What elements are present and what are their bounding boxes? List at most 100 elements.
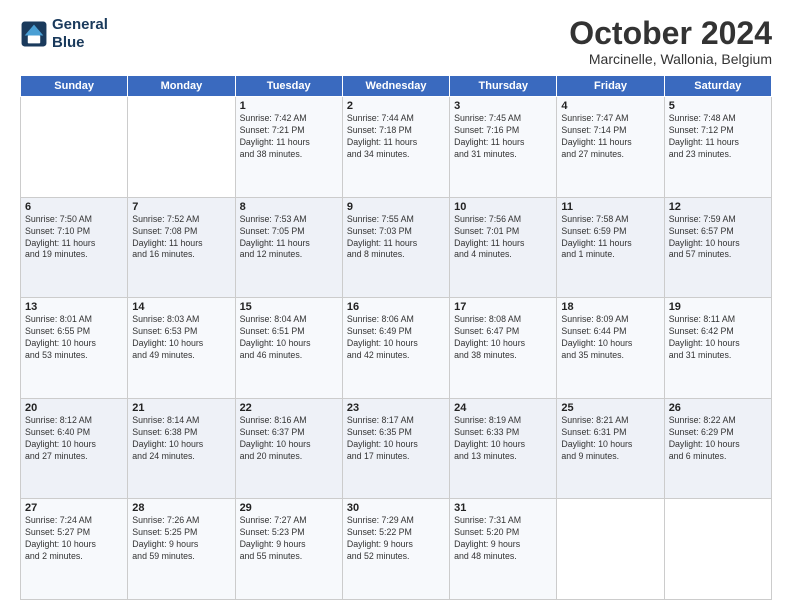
logo-line1: General bbox=[52, 16, 108, 34]
calendar-cell: 29Sunrise: 7:27 AM Sunset: 5:23 PM Dayli… bbox=[235, 499, 342, 600]
header-monday: Monday bbox=[128, 76, 235, 97]
header: General Blue October 2024 Marcinelle, Wa… bbox=[20, 16, 772, 67]
day-info: Sunrise: 7:24 AM Sunset: 5:27 PM Dayligh… bbox=[25, 515, 123, 563]
calendar-cell: 26Sunrise: 8:22 AM Sunset: 6:29 PM Dayli… bbox=[664, 398, 771, 499]
day-info: Sunrise: 7:56 AM Sunset: 7:01 PM Dayligh… bbox=[454, 214, 552, 262]
calendar-cell: 4Sunrise: 7:47 AM Sunset: 7:14 PM Daylig… bbox=[557, 97, 664, 198]
logo-text: General Blue bbox=[52, 16, 108, 52]
day-info: Sunrise: 8:16 AM Sunset: 6:37 PM Dayligh… bbox=[240, 415, 338, 463]
calendar-cell: 1Sunrise: 7:42 AM Sunset: 7:21 PM Daylig… bbox=[235, 97, 342, 198]
day-number: 14 bbox=[132, 301, 230, 313]
day-info: Sunrise: 8:17 AM Sunset: 6:35 PM Dayligh… bbox=[347, 415, 445, 463]
day-number: 19 bbox=[669, 301, 767, 313]
day-info: Sunrise: 8:21 AM Sunset: 6:31 PM Dayligh… bbox=[561, 415, 659, 463]
day-info: Sunrise: 8:03 AM Sunset: 6:53 PM Dayligh… bbox=[132, 314, 230, 362]
calendar-cell: 16Sunrise: 8:06 AM Sunset: 6:49 PM Dayli… bbox=[342, 298, 449, 399]
day-number: 27 bbox=[25, 502, 123, 514]
calendar-cell: 14Sunrise: 8:03 AM Sunset: 6:53 PM Dayli… bbox=[128, 298, 235, 399]
day-number: 11 bbox=[561, 201, 659, 213]
day-number: 26 bbox=[669, 402, 767, 414]
calendar-body: 1Sunrise: 7:42 AM Sunset: 7:21 PM Daylig… bbox=[21, 97, 772, 600]
day-number: 24 bbox=[454, 402, 552, 414]
calendar-cell: 10Sunrise: 7:56 AM Sunset: 7:01 PM Dayli… bbox=[450, 197, 557, 298]
day-number: 22 bbox=[240, 402, 338, 414]
calendar-cell bbox=[557, 499, 664, 600]
day-number: 5 bbox=[669, 100, 767, 112]
header-row: Sunday Monday Tuesday Wednesday Thursday… bbox=[21, 76, 772, 97]
day-info: Sunrise: 8:04 AM Sunset: 6:51 PM Dayligh… bbox=[240, 314, 338, 362]
day-number: 6 bbox=[25, 201, 123, 213]
month-title: October 2024 bbox=[569, 16, 772, 51]
calendar-cell: 19Sunrise: 8:11 AM Sunset: 6:42 PM Dayli… bbox=[664, 298, 771, 399]
day-number: 16 bbox=[347, 301, 445, 313]
calendar-cell bbox=[664, 499, 771, 600]
day-info: Sunrise: 7:59 AM Sunset: 6:57 PM Dayligh… bbox=[669, 214, 767, 262]
day-info: Sunrise: 7:31 AM Sunset: 5:20 PM Dayligh… bbox=[454, 515, 552, 563]
day-info: Sunrise: 7:52 AM Sunset: 7:08 PM Dayligh… bbox=[132, 214, 230, 262]
day-info: Sunrise: 7:53 AM Sunset: 7:05 PM Dayligh… bbox=[240, 214, 338, 262]
day-info: Sunrise: 8:22 AM Sunset: 6:29 PM Dayligh… bbox=[669, 415, 767, 463]
day-number: 15 bbox=[240, 301, 338, 313]
calendar-cell: 27Sunrise: 7:24 AM Sunset: 5:27 PM Dayli… bbox=[21, 499, 128, 600]
day-info: Sunrise: 7:42 AM Sunset: 7:21 PM Dayligh… bbox=[240, 113, 338, 161]
day-info: Sunrise: 8:19 AM Sunset: 6:33 PM Dayligh… bbox=[454, 415, 552, 463]
header-thursday: Thursday bbox=[450, 76, 557, 97]
calendar-cell: 21Sunrise: 8:14 AM Sunset: 6:38 PM Dayli… bbox=[128, 398, 235, 499]
calendar-cell: 23Sunrise: 8:17 AM Sunset: 6:35 PM Dayli… bbox=[342, 398, 449, 499]
day-info: Sunrise: 7:44 AM Sunset: 7:18 PM Dayligh… bbox=[347, 113, 445, 161]
calendar-cell: 22Sunrise: 8:16 AM Sunset: 6:37 PM Dayli… bbox=[235, 398, 342, 499]
day-info: Sunrise: 7:27 AM Sunset: 5:23 PM Dayligh… bbox=[240, 515, 338, 563]
day-number: 7 bbox=[132, 201, 230, 213]
week-row-3: 13Sunrise: 8:01 AM Sunset: 6:55 PM Dayli… bbox=[21, 298, 772, 399]
day-info: Sunrise: 8:01 AM Sunset: 6:55 PM Dayligh… bbox=[25, 314, 123, 362]
calendar-cell: 25Sunrise: 8:21 AM Sunset: 6:31 PM Dayli… bbox=[557, 398, 664, 499]
calendar-cell: 12Sunrise: 7:59 AM Sunset: 6:57 PM Dayli… bbox=[664, 197, 771, 298]
calendar-header: Sunday Monday Tuesday Wednesday Thursday… bbox=[21, 76, 772, 97]
day-info: Sunrise: 8:12 AM Sunset: 6:40 PM Dayligh… bbox=[25, 415, 123, 463]
calendar-cell: 30Sunrise: 7:29 AM Sunset: 5:22 PM Dayli… bbox=[342, 499, 449, 600]
day-info: Sunrise: 8:08 AM Sunset: 6:47 PM Dayligh… bbox=[454, 314, 552, 362]
day-number: 8 bbox=[240, 201, 338, 213]
calendar-cell: 8Sunrise: 7:53 AM Sunset: 7:05 PM Daylig… bbox=[235, 197, 342, 298]
day-info: Sunrise: 7:58 AM Sunset: 6:59 PM Dayligh… bbox=[561, 214, 659, 262]
calendar-cell: 24Sunrise: 8:19 AM Sunset: 6:33 PM Dayli… bbox=[450, 398, 557, 499]
calendar-cell: 9Sunrise: 7:55 AM Sunset: 7:03 PM Daylig… bbox=[342, 197, 449, 298]
day-info: Sunrise: 8:14 AM Sunset: 6:38 PM Dayligh… bbox=[132, 415, 230, 463]
title-block: October 2024 Marcinelle, Wallonia, Belgi… bbox=[569, 16, 772, 67]
calendar-cell: 11Sunrise: 7:58 AM Sunset: 6:59 PM Dayli… bbox=[557, 197, 664, 298]
calendar-cell: 31Sunrise: 7:31 AM Sunset: 5:20 PM Dayli… bbox=[450, 499, 557, 600]
day-number: 12 bbox=[669, 201, 767, 213]
header-saturday: Saturday bbox=[664, 76, 771, 97]
header-tuesday: Tuesday bbox=[235, 76, 342, 97]
calendar-cell: 5Sunrise: 7:48 AM Sunset: 7:12 PM Daylig… bbox=[664, 97, 771, 198]
logo-icon bbox=[20, 20, 48, 48]
day-info: Sunrise: 7:29 AM Sunset: 5:22 PM Dayligh… bbox=[347, 515, 445, 563]
day-number: 28 bbox=[132, 502, 230, 514]
day-number: 18 bbox=[561, 301, 659, 313]
day-info: Sunrise: 7:45 AM Sunset: 7:16 PM Dayligh… bbox=[454, 113, 552, 161]
calendar-cell bbox=[21, 97, 128, 198]
calendar-cell: 7Sunrise: 7:52 AM Sunset: 7:08 PM Daylig… bbox=[128, 197, 235, 298]
day-number: 2 bbox=[347, 100, 445, 112]
calendar-cell: 2Sunrise: 7:44 AM Sunset: 7:18 PM Daylig… bbox=[342, 97, 449, 198]
logo: General Blue bbox=[20, 16, 108, 52]
logo-line2: Blue bbox=[52, 34, 108, 52]
page: General Blue October 2024 Marcinelle, Wa… bbox=[0, 0, 792, 612]
day-number: 30 bbox=[347, 502, 445, 514]
calendar-cell: 17Sunrise: 8:08 AM Sunset: 6:47 PM Dayli… bbox=[450, 298, 557, 399]
day-number: 13 bbox=[25, 301, 123, 313]
day-info: Sunrise: 8:09 AM Sunset: 6:44 PM Dayligh… bbox=[561, 314, 659, 362]
header-sunday: Sunday bbox=[21, 76, 128, 97]
calendar-cell: 3Sunrise: 7:45 AM Sunset: 7:16 PM Daylig… bbox=[450, 97, 557, 198]
day-info: Sunrise: 7:48 AM Sunset: 7:12 PM Dayligh… bbox=[669, 113, 767, 161]
calendar-cell: 20Sunrise: 8:12 AM Sunset: 6:40 PM Dayli… bbox=[21, 398, 128, 499]
week-row-1: 1Sunrise: 7:42 AM Sunset: 7:21 PM Daylig… bbox=[21, 97, 772, 198]
day-number: 29 bbox=[240, 502, 338, 514]
week-row-4: 20Sunrise: 8:12 AM Sunset: 6:40 PM Dayli… bbox=[21, 398, 772, 499]
week-row-2: 6Sunrise: 7:50 AM Sunset: 7:10 PM Daylig… bbox=[21, 197, 772, 298]
calendar-cell: 6Sunrise: 7:50 AM Sunset: 7:10 PM Daylig… bbox=[21, 197, 128, 298]
day-number: 3 bbox=[454, 100, 552, 112]
day-number: 21 bbox=[132, 402, 230, 414]
day-number: 4 bbox=[561, 100, 659, 112]
day-info: Sunrise: 7:50 AM Sunset: 7:10 PM Dayligh… bbox=[25, 214, 123, 262]
